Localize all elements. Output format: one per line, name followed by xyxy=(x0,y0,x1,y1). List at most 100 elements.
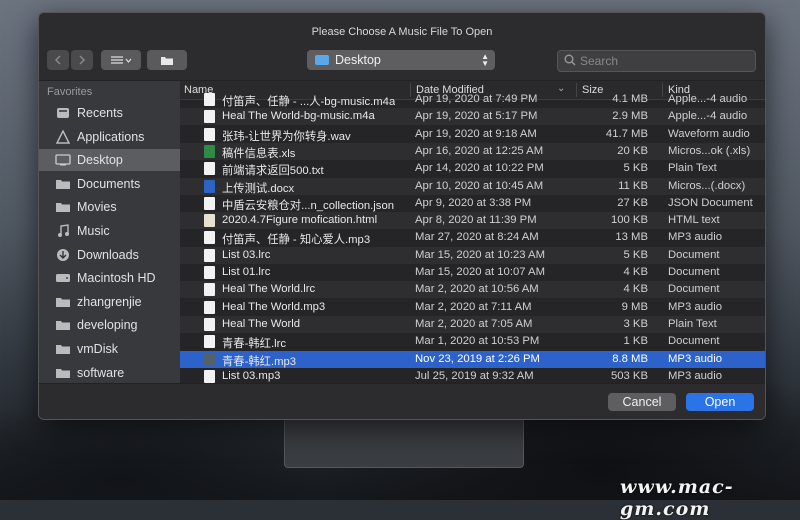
sidebar-item-label: Music xyxy=(77,224,110,238)
file-size: 1 KB xyxy=(623,335,649,348)
file-kind: MP3 audio xyxy=(668,369,723,382)
disk-icon xyxy=(55,271,71,285)
file-name: List 01.lrc xyxy=(222,266,271,278)
file-kind: Document xyxy=(668,283,720,296)
file-row[interactable]: 稿件信息表.xls Apr 16, 2020 at 12:25 AM 20 KB Mi… xyxy=(180,142,765,160)
sidebar-item-downloads[interactable]: Downloads xyxy=(39,244,180,266)
file-row[interactable]: Heal The World.lrc Mar 2, 2020 at 10:56 A… xyxy=(180,281,765,299)
file-row[interactable]: 中盾云安粮仓对...n_collection.json Apr 9, 2020 a… xyxy=(180,195,765,212)
file-date: Apr 14, 2020 at 10:22 PM xyxy=(415,162,544,175)
file-name: 2020.4.7Figure mofication.html xyxy=(222,214,378,227)
folder-icon xyxy=(55,342,71,356)
download-icon xyxy=(55,248,71,262)
open-file-dialog: Please Choose A Music File To Open Deskt… xyxy=(38,12,766,420)
file-row[interactable]: 付笛声、任静 - 知心爱人.mp3 Mar 27, 2020 at 8:24 AM… xyxy=(180,229,765,246)
back-button[interactable] xyxy=(47,50,69,70)
sidebar-item-documents[interactable]: Documents xyxy=(39,173,180,195)
file-date: Apr 19, 2020 at 5:17 PM xyxy=(415,110,538,123)
file-date: Mar 15, 2020 at 10:23 AM xyxy=(415,248,545,261)
search-field[interactable]: Search xyxy=(557,50,756,72)
file-kind: Document xyxy=(668,335,720,348)
file-name: Heal The World-bg-music.m4a xyxy=(222,110,375,123)
file-size: 41.7 MB xyxy=(605,127,648,140)
location-label: Desktop xyxy=(335,53,381,67)
file-date: Apr 16, 2020 at 12:25 AM xyxy=(415,144,544,157)
view-options-button[interactable] xyxy=(101,50,141,70)
file-date: Nov 23, 2019 at 2:26 PM xyxy=(415,352,540,365)
sidebar-item-desktop[interactable]: Desktop xyxy=(39,149,180,172)
file-browser: Name Date Modified ⌄ Size Kind 付笛声、任静 - … xyxy=(180,80,765,384)
open-button[interactable]: Open xyxy=(686,393,754,411)
search-placeholder: Search xyxy=(580,54,619,68)
file-row[interactable]: Heal The World Mar 2, 2020 at 7:05 AM 3 KB… xyxy=(180,315,765,333)
file-date: Mar 1, 2020 at 10:53 PM xyxy=(415,335,540,348)
file-kind: Waveform audio xyxy=(668,127,750,140)
clock-icon xyxy=(55,106,71,120)
file-date: Mar 27, 2020 at 8:24 AM xyxy=(415,231,539,244)
file-row[interactable]: List 03.mp3 Jul 25, 2019 at 9:32 AM 503 KB… xyxy=(180,368,765,384)
document-file-icon xyxy=(204,300,215,314)
sidebar-heading: Favorites xyxy=(47,86,93,98)
sidebar-item-music[interactable]: Music xyxy=(39,220,180,242)
file-size: 5 KB xyxy=(623,248,649,261)
file-row[interactable]: 青春-韩红.lrc Mar 1, 2020 at 10:53 PM 1 KB Docu… xyxy=(180,333,765,350)
file-name: 青春-韩红.mp3 xyxy=(222,355,297,368)
sidebar-item-label: Movies xyxy=(77,200,117,215)
sidebar-item-developing[interactable]: developing xyxy=(39,314,180,336)
file-size: 11 KB xyxy=(618,179,648,192)
file-row[interactable]: 上传测试.docx Apr 10, 2020 at 10:45 AM 11 KB Mi… xyxy=(180,177,765,195)
folder-icon xyxy=(55,177,71,191)
file-name: Heal The World xyxy=(222,317,301,330)
file-row[interactable]: Heal The World.mp3 Mar 2, 2020 at 7:11 AM… xyxy=(180,299,765,316)
file-name: 中盾云安粮仓对...n_collection.json xyxy=(222,199,395,212)
location-popup[interactable]: Desktop ▲ ▼ xyxy=(307,50,495,70)
cancel-button[interactable]: Cancel xyxy=(608,393,676,411)
file-kind: HTML text xyxy=(668,214,720,227)
file-size: 100 KB xyxy=(610,214,648,227)
sidebar-item-macintosh-hd[interactable]: Macintosh HD xyxy=(39,267,180,289)
sidebar-item-vmdisk[interactable]: vmDisk xyxy=(39,338,180,360)
new-folder-button[interactable] xyxy=(147,50,187,70)
file-size: 20 KB xyxy=(617,144,648,157)
sidebar-item-movies[interactable]: Movies xyxy=(39,196,180,218)
file-row[interactable]: 付笛声、任静 - ...人-bg-music.m4a Apr 19, 2020 a… xyxy=(180,91,765,108)
file-row[interactable]: 张玮-让世界为你转身.wav Apr 19, 2020 at 9:18 AM 41.… xyxy=(180,126,765,143)
file-name: 前端请求返回500.txt xyxy=(222,165,324,178)
document-file-icon xyxy=(204,335,215,349)
file-row[interactable]: 前端请求返回500.txt Apr 14, 2020 at 10:22 PM 5 K… xyxy=(180,160,765,177)
file-size: 5 KB xyxy=(623,162,649,175)
sidebar-item-applications[interactable]: Applications xyxy=(39,126,180,148)
background-window xyxy=(284,418,524,468)
audio-file-icon xyxy=(204,231,215,245)
forward-button[interactable] xyxy=(71,50,93,70)
file-kind: Apple...-4 audio xyxy=(668,110,748,123)
file-name: 付笛声、任静 - ...人-bg-music.m4a xyxy=(222,96,396,108)
file-name: 张玮-让世界为你转身.wav xyxy=(222,130,351,143)
sidebar-item-label: Recents xyxy=(77,106,123,120)
sidebar-item-label: Macintosh HD xyxy=(77,271,156,286)
dialog-title: Please Choose A Music File To Open xyxy=(311,26,493,38)
file-row[interactable]: 青春-韩红.mp3 Nov 23, 2019 at 2:26 PM 8.8 MB MP… xyxy=(180,350,765,368)
file-row[interactable]: Heal The World-bg-music.m4a Apr 19, 2020 … xyxy=(180,108,765,126)
sidebar-item-label: developing xyxy=(77,318,138,333)
file-date: Apr 19, 2020 at 9:18 AM xyxy=(415,127,537,140)
file-row[interactable]: 2020.4.7Figure mofication.html Apr 8, 202… xyxy=(180,212,765,230)
sidebar-item-software[interactable]: software xyxy=(39,362,180,384)
file-name: 稿件信息表.xls xyxy=(222,147,296,160)
file-date: Apr 8, 2020 at 11:39 PM xyxy=(415,214,537,227)
audio-file-icon xyxy=(204,127,215,141)
sidebar-item-zhangrenjie[interactable]: zhangrenjie xyxy=(39,291,180,313)
music-icon xyxy=(55,224,71,238)
file-size: 4 KB xyxy=(623,266,649,278)
album-art-file-icon xyxy=(204,352,215,366)
chevron-right-icon xyxy=(78,55,86,65)
html-file-icon xyxy=(204,214,215,228)
sidebar-item-recents[interactable]: Recents xyxy=(39,102,180,124)
file-size: 4.1 MB xyxy=(612,93,648,105)
sidebar-item-label: Applications xyxy=(77,129,145,144)
file-size: 13 MB xyxy=(615,231,648,244)
file-row[interactable]: List 03.lrc Mar 15, 2020 at 10:23 AM 5 KB D… xyxy=(180,246,765,264)
file-name: Heal The World.lrc xyxy=(222,283,316,296)
file-row[interactable]: List 01.lrc Mar 15, 2020 at 10:07 AM 4 KB D… xyxy=(180,264,765,281)
file-kind: Plain Text xyxy=(668,162,717,175)
